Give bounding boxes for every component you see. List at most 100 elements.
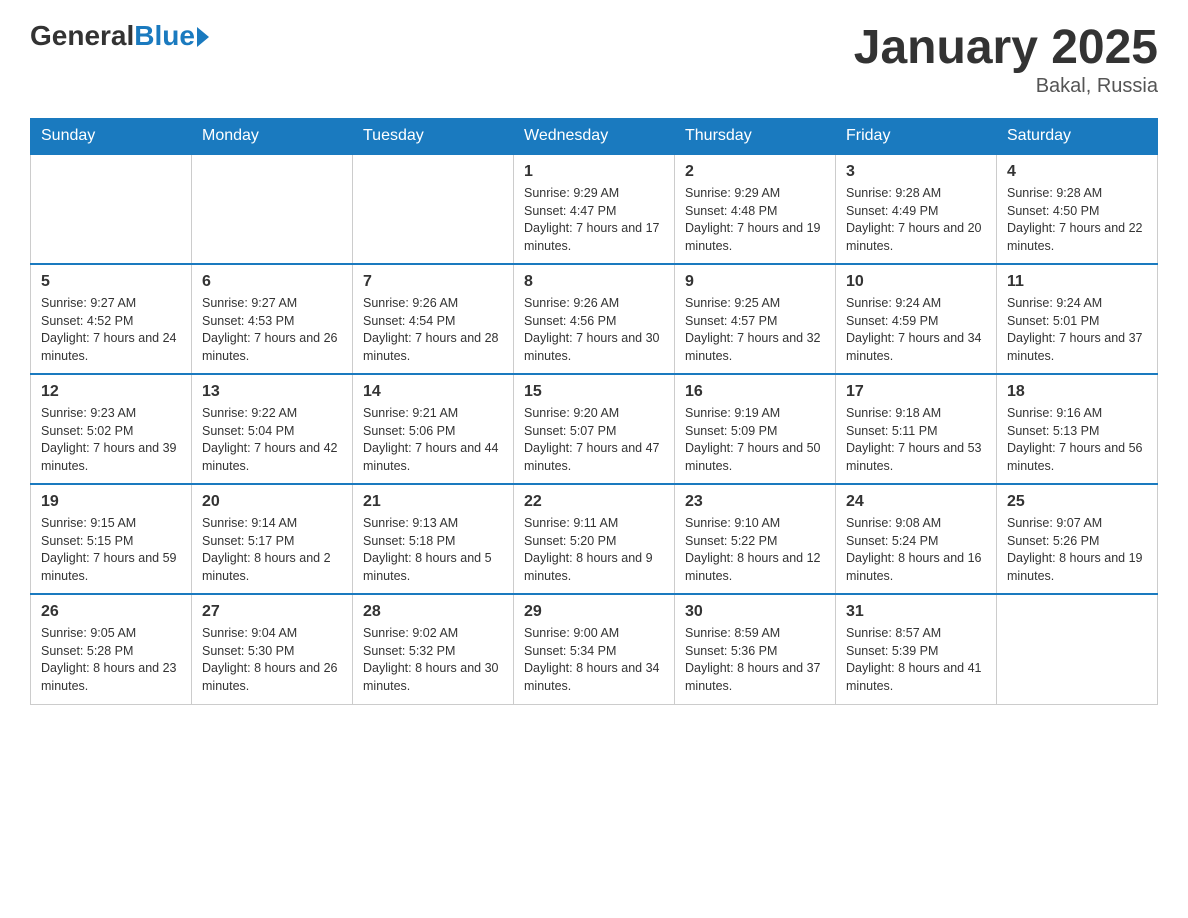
week-row-5: 26 Sunrise: 9:05 AM Sunset: 5:28 PM Dayli… [31,594,1158,704]
calendar-cell: 23 Sunrise: 9:10 AM Sunset: 5:22 PM Dayli… [675,484,836,594]
calendar-cell: 11 Sunrise: 9:24 AM Sunset: 5:01 PM Dayli… [997,264,1158,374]
calendar-cell: 10Sunrise: 9:24 AM Sunset: 4:59 PM Dayli… [836,264,997,374]
calendar-cell: 29 Sunrise: 9:00 AM Sunset: 5:34 PM Dayli… [514,594,675,704]
calendar-cell: 26 Sunrise: 9:05 AM Sunset: 5:28 PM Dayli… [31,594,192,704]
day-number: 31 [846,603,986,621]
day-info: Sunrise: 9:19 AM Sunset: 5:09 PM Dayligh… [685,405,825,475]
day-number: 11 [1007,273,1147,291]
day-number: 3 [846,163,986,181]
page-header: General Blue January 2025 Bakal, Russia [30,20,1158,98]
calendar-cell: 13 Sunrise: 9:22 AM Sunset: 5:04 PM Dayli… [192,374,353,484]
calendar-cell: 24 Sunrise: 9:08 AM Sunset: 5:24 PM Dayli… [836,484,997,594]
day-number: 27 [202,603,342,621]
logo-general-text: General [30,20,134,52]
day-info: Sunrise: 9:24 AM Sunset: 5:01 PM Dayligh… [1007,295,1147,365]
calendar-cell: 19Sunrise: 9:15 AM Sunset: 5:15 PM Dayli… [31,484,192,594]
calendar-title: January 2025 [854,20,1158,75]
day-info: Sunrise: 9:10 AM Sunset: 5:22 PM Dayligh… [685,515,825,585]
calendar-cell: 1 Sunrise: 9:29 AM Sunset: 4:47 PM Daylig… [514,154,675,264]
day-number: 24 [846,493,986,511]
day-info: Sunrise: 8:57 AM Sunset: 5:39 PM Dayligh… [846,625,986,695]
day-info: Sunrise: 9:22 AM Sunset: 5:04 PM Dayligh… [202,405,342,475]
day-info: Sunrise: 9:25 AM Sunset: 4:57 PM Dayligh… [685,295,825,365]
day-info: Sunrise: 8:59 AM Sunset: 5:36 PM Dayligh… [685,625,825,695]
header-row: SundayMondayTuesdayWednesdayThursdayFrid… [31,119,1158,155]
header-cell-sunday: Sunday [31,119,192,155]
day-number: 22 [524,493,664,511]
header-cell-tuesday: Tuesday [353,119,514,155]
calendar-cell: 18Sunrise: 9:16 AM Sunset: 5:13 PM Dayli… [997,374,1158,484]
day-info: Sunrise: 9:07 AM Sunset: 5:26 PM Dayligh… [1007,515,1147,585]
header-cell-wednesday: Wednesday [514,119,675,155]
calendar-subtitle: Bakal, Russia [854,75,1158,98]
calendar-cell: 6Sunrise: 9:27 AM Sunset: 4:53 PM Daylig… [192,264,353,374]
calendar-cell: 28 Sunrise: 9:02 AM Sunset: 5:32 PM Dayli… [353,594,514,704]
day-info: Sunrise: 9:29 AM Sunset: 4:48 PM Dayligh… [685,185,825,255]
day-info: Sunrise: 9:00 AM Sunset: 5:34 PM Dayligh… [524,625,664,695]
day-info: Sunrise: 9:29 AM Sunset: 4:47 PM Dayligh… [524,185,664,255]
day-number: 21 [363,493,503,511]
calendar-cell: 20Sunrise: 9:14 AM Sunset: 5:17 PM Dayli… [192,484,353,594]
day-info: Sunrise: 9:21 AM Sunset: 5:06 PM Dayligh… [363,405,503,475]
day-number: 30 [685,603,825,621]
calendar-cell: 21 Sunrise: 9:13 AM Sunset: 5:18 PM Dayli… [353,484,514,594]
header-cell-monday: Monday [192,119,353,155]
calendar-cell: 3 Sunrise: 9:28 AM Sunset: 4:49 PM Daylig… [836,154,997,264]
day-number: 4 [1007,163,1147,181]
logo-blue-text: Blue [134,20,195,52]
day-info: Sunrise: 9:26 AM Sunset: 4:54 PM Dayligh… [363,295,503,365]
calendar-table: SundayMondayTuesdayWednesdayThursdayFrid… [30,118,1158,705]
calendar-cell [31,154,192,264]
week-row-4: 19Sunrise: 9:15 AM Sunset: 5:15 PM Dayli… [31,484,1158,594]
day-info: Sunrise: 9:04 AM Sunset: 5:30 PM Dayligh… [202,625,342,695]
calendar-cell: 5 Sunrise: 9:27 AM Sunset: 4:52 PM Daylig… [31,264,192,374]
header-cell-thursday: Thursday [675,119,836,155]
day-number: 17 [846,383,986,401]
day-info: Sunrise: 9:13 AM Sunset: 5:18 PM Dayligh… [363,515,503,585]
calendar-cell: 22Sunrise: 9:11 AM Sunset: 5:20 PM Dayli… [514,484,675,594]
day-number: 5 [41,273,181,291]
calendar-cell [997,594,1158,704]
day-number: 23 [685,493,825,511]
calendar-cell: 4Sunrise: 9:28 AM Sunset: 4:50 PM Daylig… [997,154,1158,264]
day-info: Sunrise: 9:20 AM Sunset: 5:07 PM Dayligh… [524,405,664,475]
day-number: 13 [202,383,342,401]
day-info: Sunrise: 9:18 AM Sunset: 5:11 PM Dayligh… [846,405,986,475]
day-info: Sunrise: 9:27 AM Sunset: 4:52 PM Dayligh… [41,295,181,365]
day-number: 25 [1007,493,1147,511]
calendar-cell: 9 Sunrise: 9:25 AM Sunset: 4:57 PM Daylig… [675,264,836,374]
day-info: Sunrise: 9:05 AM Sunset: 5:28 PM Dayligh… [41,625,181,695]
day-number: 18 [1007,383,1147,401]
calendar-cell: 25 Sunrise: 9:07 AM Sunset: 5:26 PM Dayli… [997,484,1158,594]
day-info: Sunrise: 9:08 AM Sunset: 5:24 PM Dayligh… [846,515,986,585]
calendar-cell: 30 Sunrise: 8:59 AM Sunset: 5:36 PM Dayli… [675,594,836,704]
header-cell-friday: Friday [836,119,997,155]
day-number: 16 [685,383,825,401]
day-number: 1 [524,163,664,181]
week-row-1: 1 Sunrise: 9:29 AM Sunset: 4:47 PM Daylig… [31,154,1158,264]
logo-blue-part: Blue [134,20,209,52]
day-number: 12 [41,383,181,401]
header-cell-saturday: Saturday [997,119,1158,155]
day-number: 6 [202,273,342,291]
day-info: Sunrise: 9:23 AM Sunset: 5:02 PM Dayligh… [41,405,181,475]
day-number: 19 [41,493,181,511]
calendar-cell: 12 Sunrise: 9:23 AM Sunset: 5:02 PM Dayli… [31,374,192,484]
calendar-cell: 8Sunrise: 9:26 AM Sunset: 4:56 PM Daylig… [514,264,675,374]
logo: General Blue [30,20,209,52]
logo-arrow-icon [197,27,209,47]
calendar-header: SundayMondayTuesdayWednesdayThursdayFrid… [31,119,1158,155]
day-number: 10 [846,273,986,291]
day-info: Sunrise: 9:28 AM Sunset: 4:49 PM Dayligh… [846,185,986,255]
week-row-2: 5 Sunrise: 9:27 AM Sunset: 4:52 PM Daylig… [31,264,1158,374]
day-number: 28 [363,603,503,621]
calendar-cell: 14 Sunrise: 9:21 AM Sunset: 5:06 PM Dayli… [353,374,514,484]
day-number: 26 [41,603,181,621]
calendar-cell: 7Sunrise: 9:26 AM Sunset: 4:54 PM Daylig… [353,264,514,374]
day-number: 15 [524,383,664,401]
day-number: 14 [363,383,503,401]
day-number: 9 [685,273,825,291]
day-number: 29 [524,603,664,621]
day-info: Sunrise: 9:02 AM Sunset: 5:32 PM Dayligh… [363,625,503,695]
calendar-cell [353,154,514,264]
